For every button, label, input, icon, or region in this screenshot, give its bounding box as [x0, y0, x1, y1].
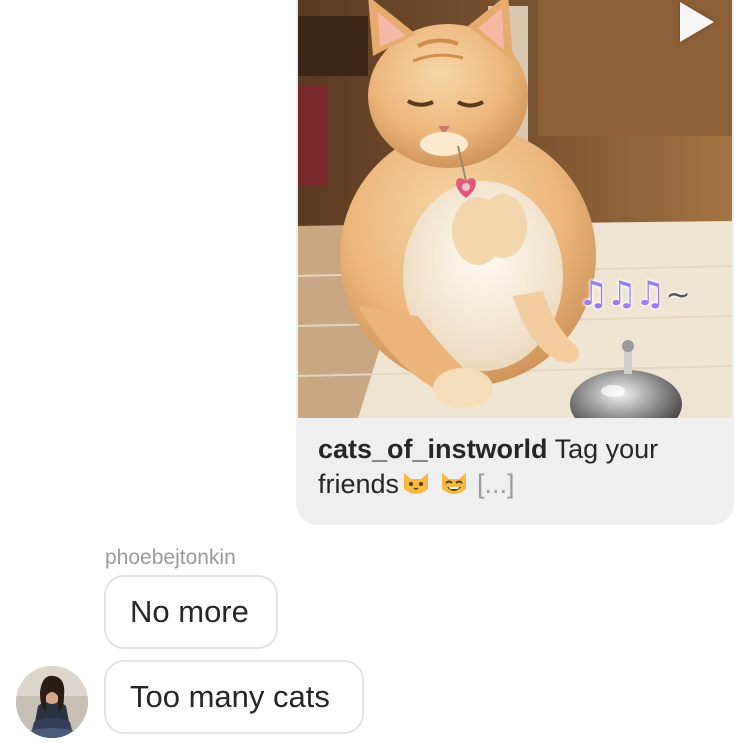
cat-face-emoji	[404, 473, 429, 494]
grinning-cat-emoji	[442, 473, 467, 494]
post-author-username[interactable]: cats_of_instworld	[318, 434, 548, 464]
message-bubble[interactable]: Too many cats	[104, 660, 364, 734]
music-notes-glyphs: ♫♫♫	[578, 274, 665, 314]
music-notes-overlay: ♫♫♫~	[578, 274, 691, 314]
sender-username: phoebejtonkin	[105, 546, 236, 569]
caption-text-line1: Tag your	[547, 434, 659, 464]
caption-text-line2: friends	[318, 469, 400, 499]
shared-post-card[interactable]: ♫♫♫~ cats_of_instworld Tag your friends […	[296, 0, 734, 525]
message-text: No more	[130, 594, 249, 629]
tilde-glyph: ~	[665, 278, 690, 313]
caption-more-link[interactable]: [...]	[477, 469, 515, 499]
sender-avatar[interactable]	[16, 666, 88, 738]
message-bubble[interactable]: No more	[104, 575, 278, 649]
play-icon[interactable]	[680, 2, 714, 42]
cat-video-frame	[298, 0, 732, 418]
message-text: Too many cats	[130, 679, 330, 714]
avatar-photo	[16, 666, 88, 738]
direct-message-thread: ♫♫♫~ cats_of_instworld Tag your friends […	[0, 0, 750, 750]
post-caption: cats_of_instworld Tag your friends [...]	[318, 432, 718, 502]
post-video-thumbnail[interactable]: ♫♫♫~	[298, 0, 732, 418]
